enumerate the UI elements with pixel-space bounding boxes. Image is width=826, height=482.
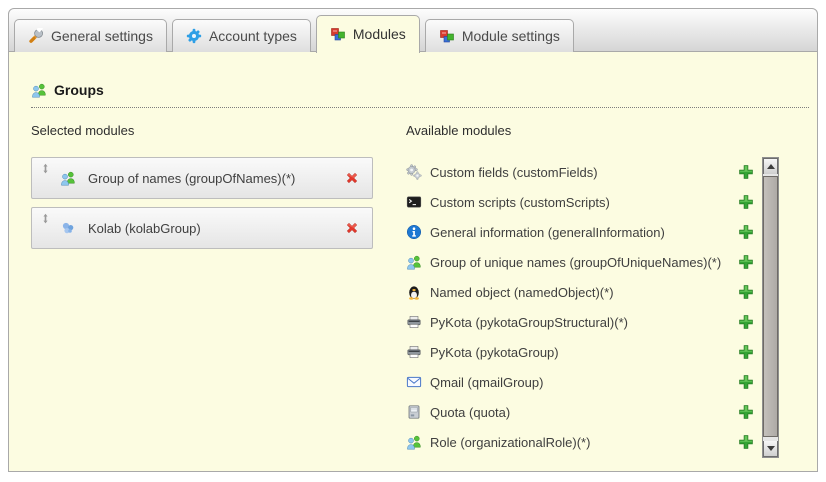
gear-icon xyxy=(186,28,202,44)
updown-icon xyxy=(40,213,51,224)
scrollbar-up-button[interactable] xyxy=(763,158,778,174)
kolab-icon xyxy=(60,220,76,236)
section-header-groups: Groups xyxy=(31,82,809,108)
group-icon xyxy=(31,82,47,98)
drag-handle[interactable] xyxy=(40,213,51,224)
tab-label: Module settings xyxy=(462,28,560,44)
available-module-row: PyKota (pykotaGroup) xyxy=(406,337,754,367)
tab-general-settings[interactable]: General settings xyxy=(14,19,167,52)
tab-account-types[interactable]: Account types xyxy=(172,19,311,52)
available-modules-wrap: Custom fields (customFields) Custom scri… xyxy=(406,157,809,458)
selected-module-label: Kolab (kolabGroup) xyxy=(85,221,335,236)
wrench-icon xyxy=(28,28,44,44)
updown-icon xyxy=(40,163,51,174)
add-module-button[interactable] xyxy=(738,224,754,240)
available-module-row: Qmail (qmailGroup) xyxy=(406,367,754,397)
scroll-up-icon xyxy=(767,164,775,169)
selected-module-row[interactable]: Group of names (groupOfNames)(*) xyxy=(31,157,373,199)
modules-columns: Selected modules Group of names (groupOf… xyxy=(31,123,809,458)
scrollbar-thumb[interactable] xyxy=(763,176,778,437)
available-module-row: PyKota (pykotaGroupStructural)(*) xyxy=(406,307,754,337)
available-modules-column: Available modules Custom fields (customF… xyxy=(406,123,809,458)
available-module-label: Group of unique names (groupOfUniqueName… xyxy=(430,254,730,271)
remove-module-button[interactable] xyxy=(344,170,360,186)
quota-icon xyxy=(406,404,422,420)
selected-module-label: Group of names (groupOfNames)(*) xyxy=(85,171,335,186)
available-module-label: General information (generalInformation) xyxy=(430,224,730,241)
scrollbar-down-button[interactable] xyxy=(763,441,778,457)
scroll-down-icon xyxy=(767,446,775,451)
tab-label: Modules xyxy=(353,26,406,42)
add-icon xyxy=(738,164,754,180)
available-module-row: Group of unique names (groupOfUniqueName… xyxy=(406,247,754,277)
mail-icon xyxy=(406,374,422,390)
modules-icon xyxy=(330,26,346,42)
add-module-button[interactable] xyxy=(738,254,754,270)
remove-module-button[interactable] xyxy=(344,220,360,236)
add-icon xyxy=(738,254,754,270)
info-icon xyxy=(406,224,422,240)
available-module-label: Role (organizationalRole)(*) xyxy=(430,434,730,451)
add-icon xyxy=(738,224,754,240)
group-icon xyxy=(406,254,422,270)
printer-icon xyxy=(406,314,422,330)
available-module-row: Named object (namedObject)(*) xyxy=(406,277,754,307)
add-module-button[interactable] xyxy=(738,194,754,210)
modules-panel: Groups Selected modules Group of names (… xyxy=(8,52,818,472)
selected-modules-list: Group of names (groupOfNames)(*) Kolab (… xyxy=(31,157,406,249)
section-title: Groups xyxy=(54,82,104,98)
delete-icon xyxy=(344,220,360,236)
add-module-button[interactable] xyxy=(738,284,754,300)
add-module-button[interactable] xyxy=(738,344,754,360)
available-module-label: Quota (quota) xyxy=(430,404,730,421)
tab-label: Account types xyxy=(209,28,297,44)
available-module-label: PyKota (pykotaGroupStructural)(*) xyxy=(430,314,730,331)
available-module-row: Quota (quota) xyxy=(406,397,754,427)
printer-icon xyxy=(406,344,422,360)
tab-module-settings[interactable]: Module settings xyxy=(425,19,574,52)
selected-modules-column: Selected modules Group of names (groupOf… xyxy=(31,123,406,458)
available-module-label: PyKota (pykotaGroup) xyxy=(430,344,730,361)
available-module-label: Custom fields (customFields) xyxy=(430,164,730,181)
available-module-row: Custom fields (customFields) xyxy=(406,157,754,187)
available-module-row: Role (organizationalRole)(*) xyxy=(406,427,754,457)
group-icon xyxy=(406,434,422,450)
available-modules-list: Custom fields (customFields) Custom scri… xyxy=(406,157,754,457)
available-module-label: Named object (namedObject)(*) xyxy=(430,284,730,301)
settings-widget: General settings Account types Modules M… xyxy=(8,8,818,472)
add-icon xyxy=(738,404,754,420)
delete-icon xyxy=(344,170,360,186)
add-module-button[interactable] xyxy=(738,374,754,390)
tux-icon xyxy=(406,284,422,300)
selected-modules-title: Selected modules xyxy=(31,123,406,138)
add-module-button[interactable] xyxy=(738,434,754,450)
available-modules-scrollbar[interactable] xyxy=(762,157,779,458)
add-icon xyxy=(738,344,754,360)
add-icon xyxy=(738,434,754,450)
group-icon xyxy=(60,170,76,186)
modules-icon xyxy=(439,28,455,44)
available-module-label: Qmail (qmailGroup) xyxy=(430,374,730,391)
available-modules-title: Available modules xyxy=(406,123,809,138)
add-icon xyxy=(738,314,754,330)
available-module-row: Custom scripts (customScripts) xyxy=(406,187,754,217)
add-module-button[interactable] xyxy=(738,404,754,420)
add-module-button[interactable] xyxy=(738,314,754,330)
terminal-icon xyxy=(406,194,422,210)
tab-label: General settings xyxy=(51,28,153,44)
add-icon xyxy=(738,284,754,300)
available-module-row: General information (generalInformation) xyxy=(406,217,754,247)
tab-bar: General settings Account types Modules M… xyxy=(8,8,818,52)
add-module-button[interactable] xyxy=(738,164,754,180)
gears-icon xyxy=(406,164,422,180)
add-icon xyxy=(738,374,754,390)
drag-handle[interactable] xyxy=(40,163,51,174)
selected-module-row[interactable]: Kolab (kolabGroup) xyxy=(31,207,373,249)
tab-modules[interactable]: Modules xyxy=(316,15,420,53)
available-module-label: Custom scripts (customScripts) xyxy=(430,194,730,211)
add-icon xyxy=(738,194,754,210)
